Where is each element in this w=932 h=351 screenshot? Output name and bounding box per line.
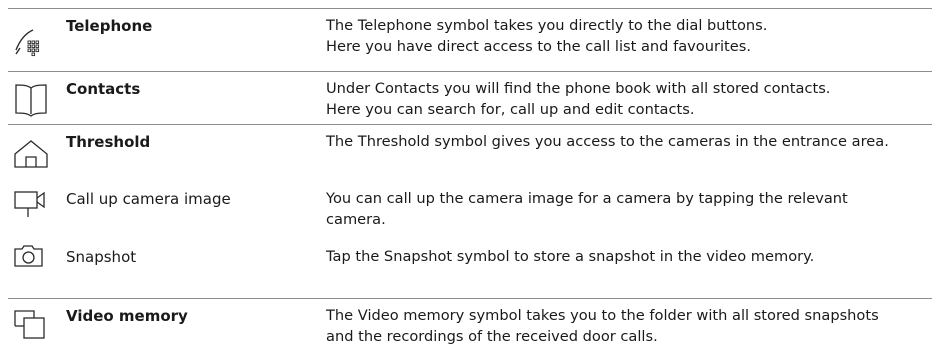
telephone-icon (14, 28, 42, 57)
row-description: Tap the Snapshot symbol to store a snaps… (326, 246, 932, 267)
camera-icon (14, 245, 44, 267)
house-icon (14, 140, 48, 168)
row-label: Telephone (66, 17, 153, 35)
description-line: Here you have direct access to the call … (326, 38, 751, 55)
video-memory-icon (14, 310, 46, 340)
row-description: The Telephone symbol takes you directly … (326, 15, 932, 57)
description-line: The Video memory symbol takes you to the… (326, 307, 879, 324)
book-icon (14, 83, 48, 117)
row-description: You can call up the camera image for a c… (326, 188, 932, 230)
symbol-table: Telephone The Telephone symbol takes you… (8, 0, 932, 351)
video-camera-icon (14, 190, 48, 220)
row-description: The Video memory symbol takes you to the… (326, 305, 932, 347)
row-label: Video memory (66, 307, 188, 325)
description-line: The Threshold symbol gives you access to… (326, 133, 889, 150)
description-line: Here you can search for, call up and edi… (326, 101, 695, 118)
description-line: camera. (326, 211, 386, 228)
description-line: Tap the Snapshot symbol to store a snaps… (326, 248, 815, 265)
row-label: Snapshot (66, 248, 137, 266)
description-line: and the recordings of the received door … (326, 328, 658, 345)
row-description: The Threshold symbol gives you access to… (326, 131, 932, 152)
description-line: Under Contacts you will find the phone b… (326, 80, 831, 97)
row-label: Call up camera image (66, 190, 231, 208)
row-label: Threshold (66, 133, 151, 151)
row-description: Under Contacts you will find the phone b… (326, 78, 932, 120)
description-line: The Telephone symbol takes you directly … (326, 17, 768, 34)
description-line: You can call up the camera image for a c… (326, 190, 848, 207)
row-label: Contacts (66, 80, 141, 98)
